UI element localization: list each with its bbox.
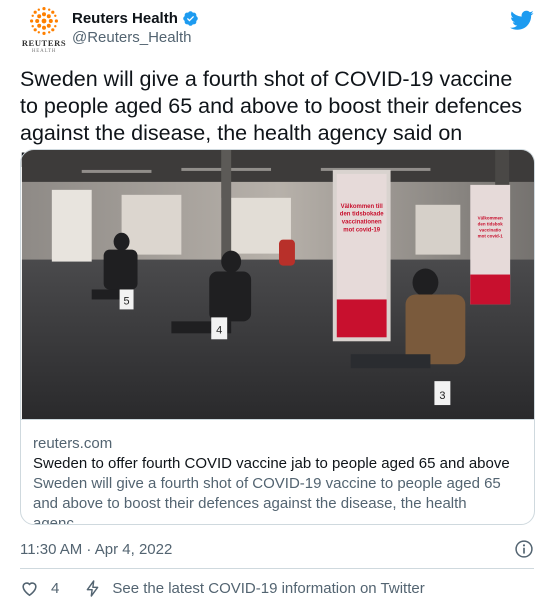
covid-info-text: See the latest COVID-19 information on T… bbox=[112, 579, 425, 597]
timestamp[interactable]: 11:30 AM · Apr 4, 2022 bbox=[20, 541, 172, 558]
tweet-header: REUTERS HEALTH Reuters Health @Reuters_H… bbox=[20, 6, 534, 54]
chair-number-3: 3 bbox=[439, 390, 445, 402]
banner-right-line-2: den tidsbok bbox=[478, 222, 504, 227]
banner-left-line-3: vaccinationen bbox=[342, 220, 382, 226]
info-icon[interactable] bbox=[514, 539, 534, 559]
card-photo[interactable]: Välkommen till den tidsbokade vaccinatio… bbox=[21, 150, 535, 420]
chair-number-4: 4 bbox=[216, 324, 222, 336]
chair-number-5: 5 bbox=[124, 295, 130, 307]
covid-info-link[interactable]: See the latest COVID-19 information on T… bbox=[83, 579, 425, 598]
banner-left-line-2: den tidsbokade bbox=[340, 212, 384, 218]
account-handle[interactable]: @Reuters_Health bbox=[72, 29, 199, 46]
banner-right-line-4: mot covid-1 bbox=[478, 234, 504, 239]
heart-icon bbox=[22, 581, 37, 596]
card-description: Sweden will give a fourth shot of COVID-… bbox=[33, 475, 501, 525]
timestamp-row: 11:30 AM · Apr 4, 2022 bbox=[20, 537, 534, 561]
card-meta: reuters.com Sweden to offer fourth COVID… bbox=[21, 420, 534, 525]
card-domain: reuters.com bbox=[33, 435, 113, 452]
tweet-embed: REUTERS HEALTH Reuters Health @Reuters_H… bbox=[0, 0, 554, 600]
avatar-subtext: HEALTH bbox=[31, 49, 57, 54]
account-names: Reuters Health @Reuters_Health bbox=[72, 6, 199, 46]
divider bbox=[20, 568, 534, 569]
verified-badge-icon bbox=[183, 11, 198, 26]
avatar-wordmark: REUTERS bbox=[21, 38, 67, 48]
avatar[interactable]: REUTERS HEALTH bbox=[20, 6, 68, 54]
link-card[interactable]: Välkommen till den tidsbokade vaccinatio… bbox=[20, 149, 535, 525]
banner-left-line-1: Välkommen till bbox=[341, 204, 383, 210]
card-title[interactable]: Sweden to offer fourth COVID vaccine jab… bbox=[33, 454, 522, 474]
like-button[interactable]: 4 bbox=[20, 579, 59, 598]
display-name[interactable]: Reuters Health bbox=[72, 10, 178, 27]
lightning-icon bbox=[86, 579, 99, 597]
banner-right-line-1: Välkommen bbox=[478, 216, 503, 221]
like-count: 4 bbox=[51, 579, 60, 597]
reuters-logo-icon bbox=[30, 7, 58, 35]
tweet-actions: 4 See the latest COVID-19 information on… bbox=[20, 577, 534, 599]
banner-left-line-4: mot covid-19 bbox=[343, 228, 380, 234]
name-row: Reuters Health bbox=[72, 10, 199, 27]
twitter-bird-icon[interactable] bbox=[510, 8, 534, 32]
banner-right-line-3: vaccinatio bbox=[479, 228, 501, 233]
